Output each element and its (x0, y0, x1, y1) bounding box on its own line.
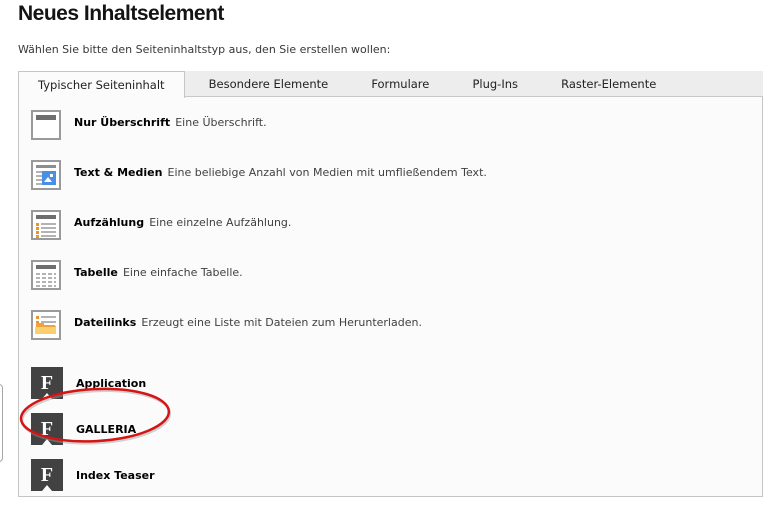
item-nur-ueberschrift[interactable]: Nur Überschrift Eine Überschrift. (31, 110, 762, 160)
item-title: Tabelle (74, 266, 118, 279)
item-title: Text & Medien (74, 166, 163, 179)
page-subtitle: Wählen Sie bitte den Seiteninhaltstyp au… (18, 43, 391, 56)
item-description: Eine beliebige Anzahl von Medien mit umf… (167, 166, 487, 179)
item-title: Dateilinks (74, 316, 137, 329)
item-title: Nur Überschrift (74, 116, 171, 129)
plugin-f-icon: F (31, 459, 63, 491)
tab-plug-ins[interactable]: Plug-Ins (453, 71, 537, 97)
tab-raster-elemente[interactable]: Raster-Elemente (542, 71, 675, 97)
item-galleria[interactable]: F GALLERIA (31, 406, 762, 452)
item-title: GALLERIA (76, 422, 137, 436)
item-tabelle[interactable]: Tabelle Eine einfache Tabelle. (31, 260, 762, 310)
plugin-f-icon: F (31, 413, 63, 445)
new-content-element-wizard: Neues Inhaltselement Wählen Sie bitte de… (0, 0, 763, 509)
item-aufzaehlung[interactable]: Aufzählung Eine einzelne Aufzählung. (31, 210, 762, 260)
item-title: Index Teaser (76, 468, 155, 482)
item-description: Eine einzelne Aufzählung. (149, 216, 292, 229)
item-application[interactable]: F Application (31, 360, 762, 406)
tab-formulare[interactable]: Formulare (352, 71, 448, 97)
item-title: Aufzählung (74, 216, 145, 229)
item-index-teaser[interactable]: F Index Teaser (31, 452, 762, 498)
content-type-list: Nur Überschrift Eine Überschrift. Text &… (18, 97, 763, 497)
item-description: Eine einfache Tabelle. (122, 266, 243, 279)
item-description: Eine Überschrift. (175, 116, 267, 129)
item-text-medien[interactable]: Text & Medien Eine beliebige Anzahl von … (31, 160, 762, 210)
page-title: Neues Inhaltselement (18, 2, 224, 25)
table-icon (31, 260, 61, 290)
plugin-f-icon: F (31, 367, 63, 399)
tab-typischer-seiteninhalt[interactable]: Typischer Seiteninhalt (18, 71, 185, 98)
cut-off-panel-fragment (0, 384, 3, 462)
bullet-list-icon (31, 210, 61, 240)
text-media-icon (31, 160, 61, 190)
item-description: Erzeugt eine Liste mit Dateien zum Herun… (141, 316, 422, 329)
item-dateilinks[interactable]: Dateilinks Erzeugt eine Liste mit Dateie… (31, 310, 762, 360)
item-title: Application (76, 376, 147, 390)
filelinks-icon (31, 310, 61, 340)
tab-besondere-elemente[interactable]: Besondere Elemente (190, 71, 348, 97)
tab-bar: Typischer Seiteninhalt Besondere Element… (18, 71, 763, 98)
header-only-icon (31, 110, 61, 140)
